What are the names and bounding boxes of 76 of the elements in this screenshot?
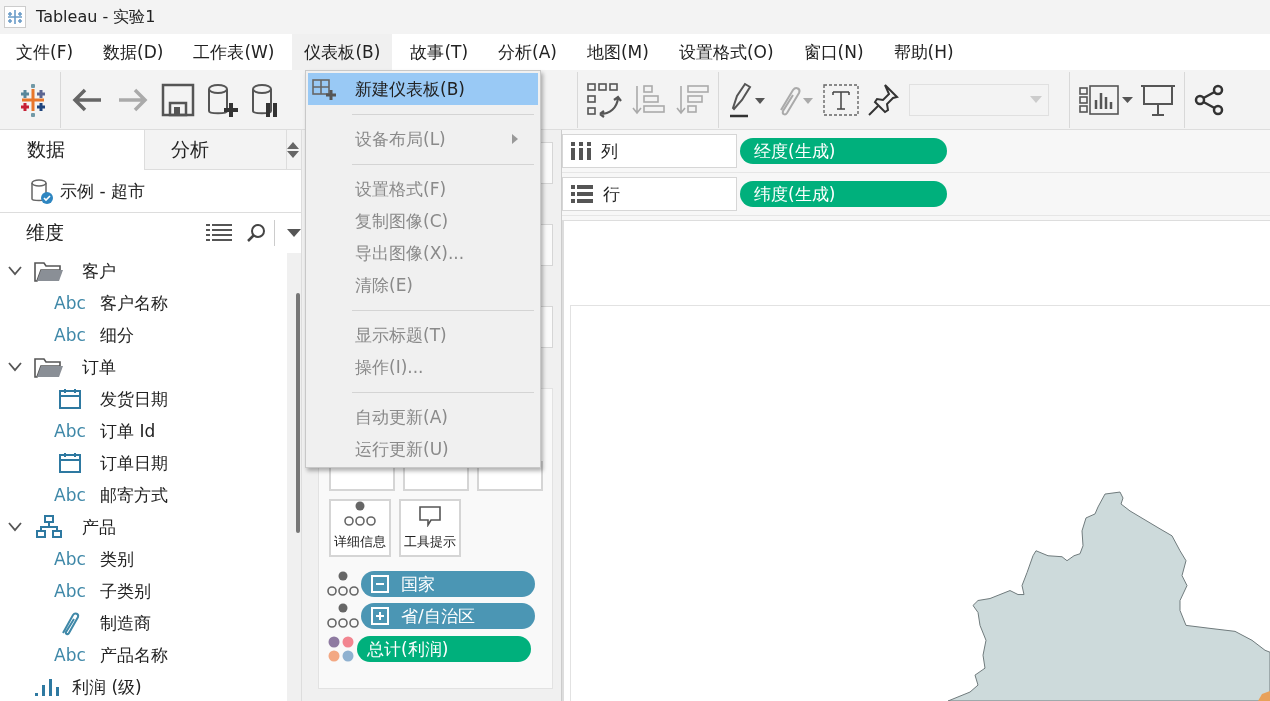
chevron-down-icon[interactable] [8, 266, 22, 276]
menu-item[interactable]: 窗口(N) [791, 34, 876, 70]
section-title: 维度 [26, 220, 64, 245]
data-source-icon [30, 177, 54, 205]
detail-dots-icon [344, 501, 376, 527]
columns-shelf-label: 列 [562, 134, 737, 168]
menu-item[interactable]: 工作表(W) [181, 34, 287, 70]
menu-item[interactable]: 地图(M) [575, 34, 661, 70]
detail-dots-icon [327, 603, 359, 629]
columns-icon [571, 142, 591, 160]
show-me-icon[interactable] [1078, 82, 1134, 117]
string-type-icon: Abc [54, 549, 86, 569]
data-source-name[interactable]: 示例 - 超市 [60, 179, 145, 203]
field-label[interactable]: 细分 [100, 323, 134, 347]
caret-down-icon [1030, 95, 1042, 104]
chevron-down-icon[interactable] [8, 362, 22, 372]
tooltip-button[interactable]: 工具提示 [399, 499, 461, 557]
pane-tab[interactable]: 数据 [0, 130, 144, 170]
field-label[interactable]: 发货日期 [100, 387, 168, 411]
calendar-icon [58, 452, 82, 474]
field-label[interactable]: 利润 (级) [72, 675, 142, 699]
presentation-icon[interactable] [1140, 82, 1176, 117]
dropdown-arrow-icon[interactable] [287, 228, 301, 238]
field-label[interactable]: 订单日期 [100, 451, 168, 475]
swap-icon[interactable] [586, 81, 622, 118]
menu-item[interactable]: 分析(A) [486, 34, 569, 70]
folder-icon [34, 356, 64, 378]
string-type-icon: Abc [54, 581, 86, 601]
string-type-icon: Abc [54, 293, 86, 313]
hierarchy-icon [36, 515, 62, 539]
field-label[interactable]: 类别 [100, 547, 134, 571]
speech-bubble-icon [418, 505, 442, 527]
folder-icon [34, 260, 64, 282]
save-icon[interactable] [161, 82, 195, 117]
menu-item[interactable]: 仪表板(B) [292, 34, 393, 70]
up-down-arrows-icon[interactable] [287, 141, 299, 158]
field-label[interactable]: 客户名称 [100, 291, 168, 315]
app-icon [4, 6, 26, 28]
string-type-icon: Abc [54, 325, 86, 345]
pane-tab[interactable]: 分析 [143, 130, 287, 170]
menu-item[interactable]: 设置格式(O) [666, 34, 786, 70]
scrollbar-thumb[interactable] [296, 293, 300, 533]
share-icon[interactable] [1193, 83, 1225, 116]
field-label[interactable]: 制造商 [100, 611, 151, 635]
field-label[interactable]: 子类别 [100, 579, 151, 603]
rows-icon [571, 185, 593, 203]
menu-item[interactable]: 故事(T) [398, 34, 481, 70]
color-dots-icon [327, 635, 355, 663]
dropdown-field[interactable] [909, 83, 1049, 116]
pin-icon[interactable] [867, 82, 899, 117]
menu-item[interactable]: 文件(F) [4, 34, 86, 70]
expand-icon[interactable] [371, 607, 389, 625]
window-title: Tableau - 实验1 [36, 6, 156, 28]
menu-item[interactable]: 新建仪表板(B) [308, 73, 538, 105]
collapse-icon[interactable] [371, 575, 389, 593]
chevron-down-icon[interactable] [8, 522, 22, 532]
folder-label[interactable]: 客户 [82, 259, 116, 283]
detail-button[interactable]: 详细信息 [329, 499, 391, 557]
list-view-icon[interactable] [206, 224, 232, 242]
menu-item[interactable]: 数据(D) [91, 34, 176, 70]
menu-item[interactable]: 帮助(H) [881, 34, 966, 70]
detail-dots-icon [327, 571, 359, 597]
folder-label[interactable]: 订单 [82, 355, 116, 379]
string-type-icon: Abc [54, 421, 86, 441]
field-label[interactable]: 产品名称 [100, 643, 168, 667]
calendar-icon [58, 388, 82, 410]
text-box-icon[interactable] [823, 83, 859, 116]
field-label[interactable]: 订单 Id [100, 419, 156, 443]
field-label[interactable]: 邮寄方式 [100, 483, 168, 507]
rows-shelf-label: 行 [562, 177, 737, 211]
highlighter-icon[interactable] [727, 81, 767, 118]
folder-label[interactable]: 产品 [82, 515, 116, 539]
search-icon[interactable] [246, 223, 266, 243]
dashboard-plus-icon [312, 79, 336, 101]
string-type-icon: Abc [54, 645, 86, 665]
string-type-icon: Abc [54, 485, 86, 505]
